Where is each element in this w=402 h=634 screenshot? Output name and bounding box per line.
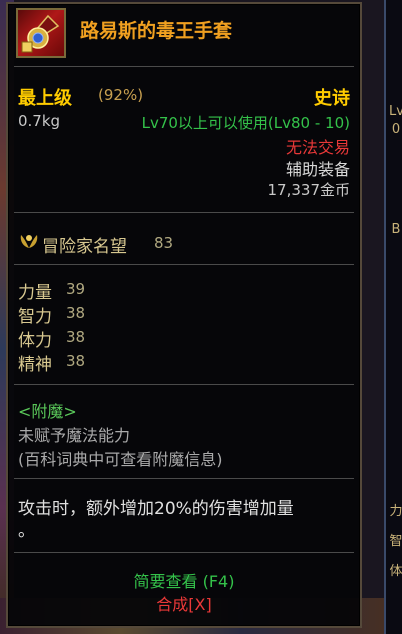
side-panel-text: B (391, 222, 401, 237)
side-panel-text: Lv (389, 104, 402, 119)
item-icon-frame (16, 8, 66, 58)
enchant-hint: (百科词典中可查看附魔信息) (18, 450, 223, 469)
item-price: 17,337金币 (267, 181, 351, 199)
divider (14, 66, 354, 67)
stat-label-strength: 力量 (18, 283, 52, 303)
item-weight: 0.7kg (18, 112, 61, 130)
divider (14, 264, 354, 265)
side-panel-text: 体 (389, 564, 402, 579)
item-grade-percent: (92%) (98, 86, 144, 104)
stat-value-intelligence: 38 (66, 304, 86, 322)
item-effect-text-cont: 。 (18, 521, 35, 541)
divider (14, 478, 354, 479)
enchant-title: <附魔> (18, 402, 77, 421)
item-trade-restriction: 无法交易 (285, 138, 350, 157)
item-name: 路易斯的毒王手套 (80, 20, 233, 42)
glove-amulet-icon (21, 14, 60, 53)
item-rarity: 史诗 (314, 88, 350, 109)
stat-value-strength: 39 (66, 280, 86, 298)
divider (14, 212, 354, 213)
item-level-requirement: Lv70以上可以使用(Lv80 - 10) (141, 114, 350, 132)
summary-view-button[interactable]: 简要查看 (F4) (8, 568, 360, 592)
fame-label: 冒险家名望 (42, 237, 127, 257)
adjacent-tooltip-panel: Lv 0 B 力 智 体 (384, 0, 402, 634)
item-effect-text: 攻击时，额外增加20%的伤害增加量 (18, 499, 294, 519)
enchant-status: 未赋予魔法能力 (18, 426, 131, 445)
stat-value-spirit: 38 (66, 352, 86, 370)
stat-label-intelligence: 智力 (18, 307, 52, 327)
item-type: 辅助装备 (285, 160, 350, 179)
combine-button[interactable]: 合成[X] (8, 591, 360, 615)
side-panel-text: 力 (389, 504, 402, 519)
item-grade: 最上级 (18, 88, 72, 109)
divider (14, 384, 354, 385)
item-tooltip: 路易斯的毒王手套 最上级 (92%) 史诗 0.7kg Lv70以上可以使用(L… (6, 2, 362, 628)
side-panel-text: 0 (391, 122, 401, 137)
side-panel-text: 智 (389, 534, 402, 549)
divider (14, 552, 354, 553)
laurel-fame-icon (20, 235, 38, 248)
stat-label-vitality: 体力 (18, 331, 52, 351)
stat-value-vitality: 38 (66, 328, 86, 346)
stat-label-spirit: 精神 (18, 355, 52, 375)
fame-value: 83 (154, 234, 174, 252)
